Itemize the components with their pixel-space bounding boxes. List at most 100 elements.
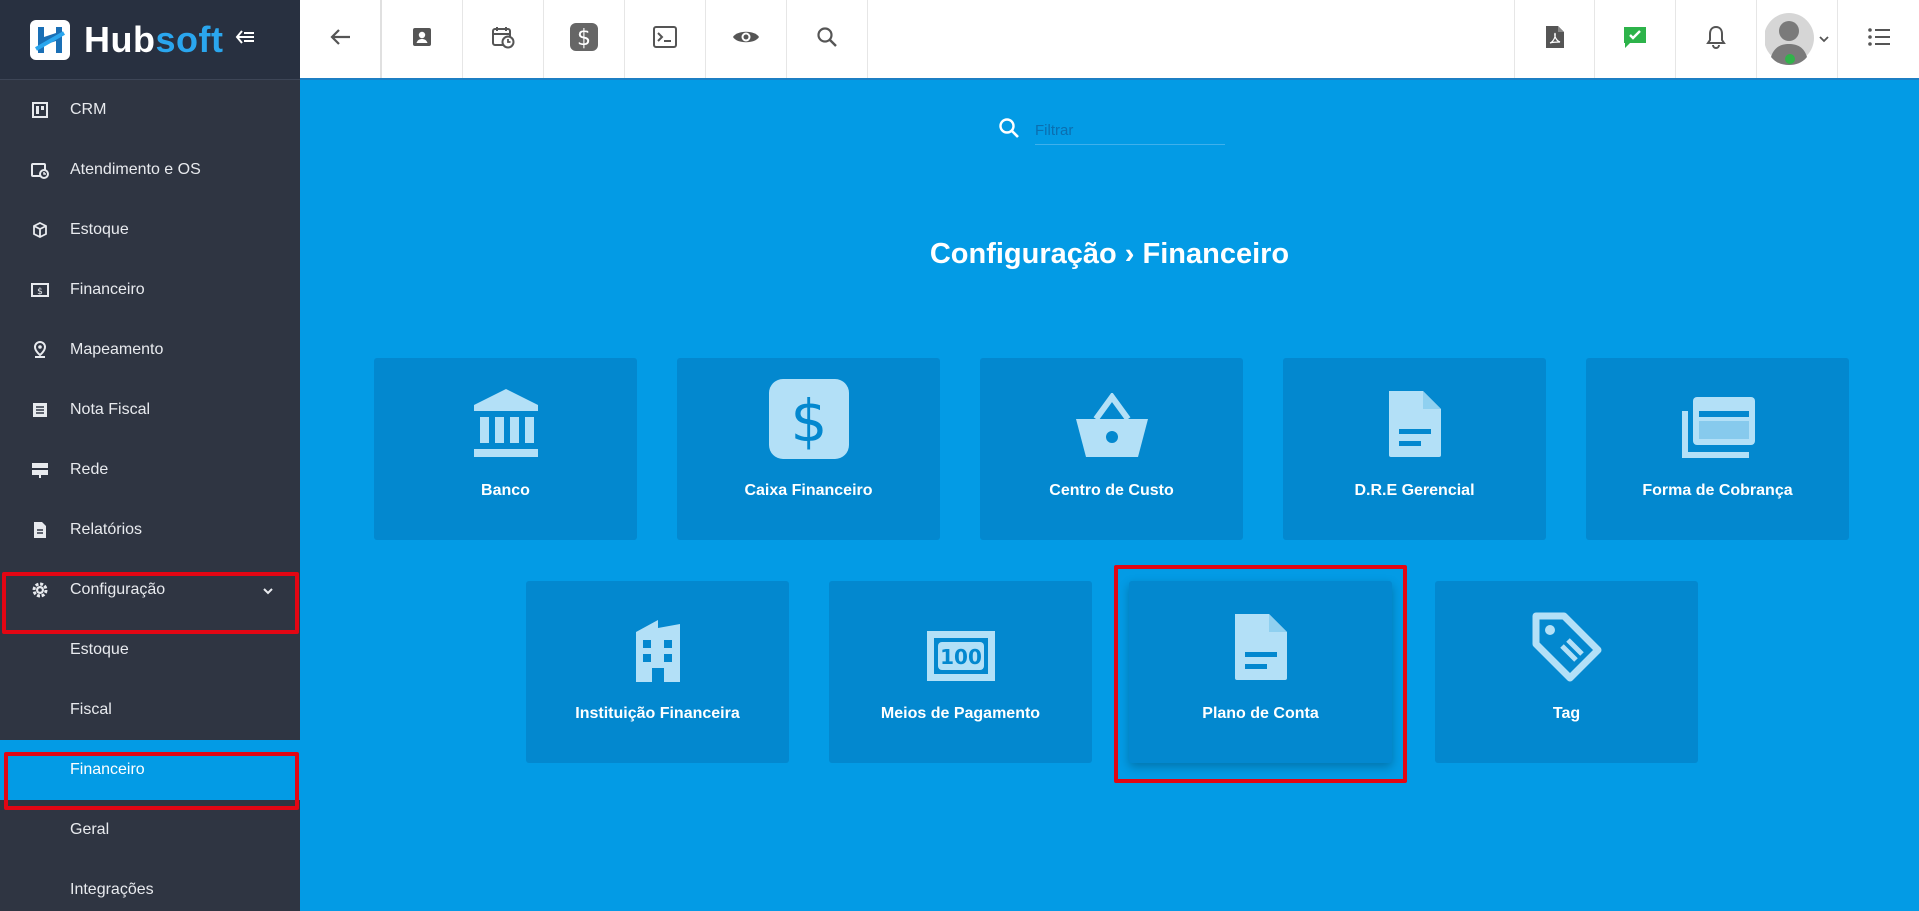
pdf-icon <box>1545 25 1565 54</box>
sidebar-item-label: Geral <box>70 821 110 838</box>
tile-label: Meios de Pagamento <box>880 705 1041 722</box>
sidebar: Hubsoft CRM Atendimento e OS Estoque $ F… <box>0 0 300 911</box>
tile-meios-de-pagamento[interactable]: 100 Meios de Pagamento <box>829 581 1092 763</box>
sidebar-item-label: Relatórios <box>70 521 143 538</box>
pdf-button[interactable] <box>1514 0 1595 78</box>
top-toolbar: $ <box>300 0 1919 80</box>
tile-label: Forma de Cobrança <box>1642 482 1793 499</box>
bell-icon <box>1705 25 1727 54</box>
sidebar-item-label: Mapeamento <box>70 341 164 358</box>
sidebar-subitem-fiscal[interactable]: Fiscal <box>0 680 300 740</box>
collapse-menu-icon[interactable] <box>235 29 255 50</box>
page-title: Configuração › Financeiro <box>929 238 1290 270</box>
back-button[interactable] <box>300 0 382 78</box>
tile-label: Tag <box>1552 705 1581 722</box>
search-icon <box>997 116 1021 145</box>
banknote-icon: 100 <box>926 630 996 687</box>
sidebar-item-label: Estoque <box>70 221 129 238</box>
tile-label: Caixa Financeiro <box>744 482 873 499</box>
tile-tag[interactable]: Tag <box>1435 581 1698 763</box>
svg-text:$: $ <box>577 26 591 51</box>
dollar-box-icon: $ <box>768 379 849 464</box>
brand-name: Hubsoft <box>84 18 224 60</box>
tile-caixa-financeiro[interactable]: $ Caixa Financeiro <box>677 358 940 540</box>
sidebar-item-crm[interactable]: CRM <box>0 80 300 140</box>
contact-card-icon <box>411 26 433 53</box>
tile-label: Instituição Financeira <box>575 705 740 722</box>
sidebar-subitem-geral[interactable]: Geral <box>0 800 300 860</box>
messages-button[interactable] <box>1595 0 1676 78</box>
sidebar-item-relatorios[interactable]: Relatórios <box>0 500 300 560</box>
terminal-icon <box>653 25 677 53</box>
avatar <box>1764 11 1815 67</box>
sidebar-item-label: Integrações <box>70 881 154 898</box>
sidebar-subitem-financeiro[interactable]: Financeiro <box>0 740 300 800</box>
eye-icon <box>732 28 760 51</box>
tile-label: Plano de Conta <box>1202 705 1319 722</box>
notifications-button[interactable] <box>1676 0 1757 78</box>
sidebar-item-label: Configuração <box>70 581 166 598</box>
filter-bar <box>997 116 1225 145</box>
sidebar-item-mapeamento[interactable]: Mapeamento <box>0 320 300 380</box>
sidebar-item-label: Financeiro <box>70 281 145 298</box>
contacts-button[interactable] <box>382 0 463 78</box>
cards-icon <box>1679 395 1757 464</box>
sidebar-nav: CRM Atendimento e OS Estoque $ Financeir… <box>0 80 300 911</box>
banknote-value: 100 <box>940 645 982 669</box>
bank-icon <box>472 387 540 464</box>
sidebar-item-rede[interactable]: Rede <box>0 440 300 500</box>
sidebar-item-label: Rede <box>70 461 109 478</box>
schedule-button[interactable] <box>463 0 544 78</box>
list-menu-icon <box>1867 27 1891 52</box>
view-button[interactable] <box>706 0 787 78</box>
chevron-down-icon <box>1819 30 1829 48</box>
chevron-down-icon <box>262 582 274 600</box>
sidebar-item-label: CRM <box>70 101 107 118</box>
sidebar-item-label: Estoque <box>70 641 129 658</box>
sidebar-subitem-estoque[interactable]: Estoque <box>0 620 300 680</box>
filter-input[interactable] <box>1035 116 1225 145</box>
map-pin-icon <box>30 340 50 360</box>
gear-icon <box>30 580 50 600</box>
sidebar-item-financeiro[interactable]: $ Financeiro <box>0 260 300 320</box>
document-icon <box>1233 612 1289 687</box>
finance-button[interactable]: $ <box>544 0 625 78</box>
tile-instituicao-financeira[interactable]: Instituição Financeira <box>526 581 789 763</box>
sidebar-subitem-integracoes[interactable]: Integrações <box>0 860 300 911</box>
tile-centro-de-custo[interactable]: Centro de Custo <box>980 358 1243 540</box>
cube-icon <box>30 220 50 240</box>
search-button[interactable] <box>787 0 868 78</box>
search-icon <box>816 26 838 53</box>
tile-label: Banco <box>481 482 530 499</box>
sidebar-item-atendimento[interactable]: Atendimento e OS <box>0 140 300 200</box>
sidebar-item-label: Atendimento e OS <box>70 161 201 178</box>
sidebar-item-nota-fiscal[interactable]: Nota Fiscal <box>0 380 300 440</box>
file-icon <box>30 520 50 540</box>
sidebar-item-estoque[interactable]: Estoque <box>0 200 300 260</box>
user-menu-button[interactable] <box>1757 0 1838 78</box>
dollar-icon: $ <box>569 22 599 57</box>
logo-bar: Hubsoft <box>0 0 300 80</box>
terminal-button[interactable] <box>625 0 706 78</box>
document-icon <box>1387 389 1443 464</box>
tile-label: Centro de Custo <box>1049 482 1174 499</box>
hubsoft-logo-icon <box>30 19 70 60</box>
tile-plano-de-conta[interactable]: Plano de Conta <box>1129 581 1392 763</box>
tile-banco[interactable]: Banco <box>374 358 637 540</box>
basket-icon <box>1074 391 1150 464</box>
money-icon: $ <box>30 280 50 300</box>
board-icon <box>30 100 50 120</box>
sidebar-item-label: Fiscal <box>70 701 112 718</box>
building-icon <box>634 618 682 687</box>
sidebar-item-configuracao[interactable]: Configuração <box>0 560 300 620</box>
main-menu-button[interactable] <box>1838 0 1919 78</box>
back-arrow-icon <box>329 28 351 51</box>
calendar-clock-icon <box>491 25 515 54</box>
sidebar-item-label: Nota Fiscal <box>70 401 151 418</box>
chat-check-icon <box>1622 25 1648 54</box>
tag-icon <box>1532 612 1602 687</box>
server-icon <box>30 460 50 480</box>
tile-forma-de-cobranca[interactable]: Forma de Cobrança <box>1586 358 1849 540</box>
tile-dre-gerencial[interactable]: D.R.E Gerencial <box>1283 358 1546 540</box>
